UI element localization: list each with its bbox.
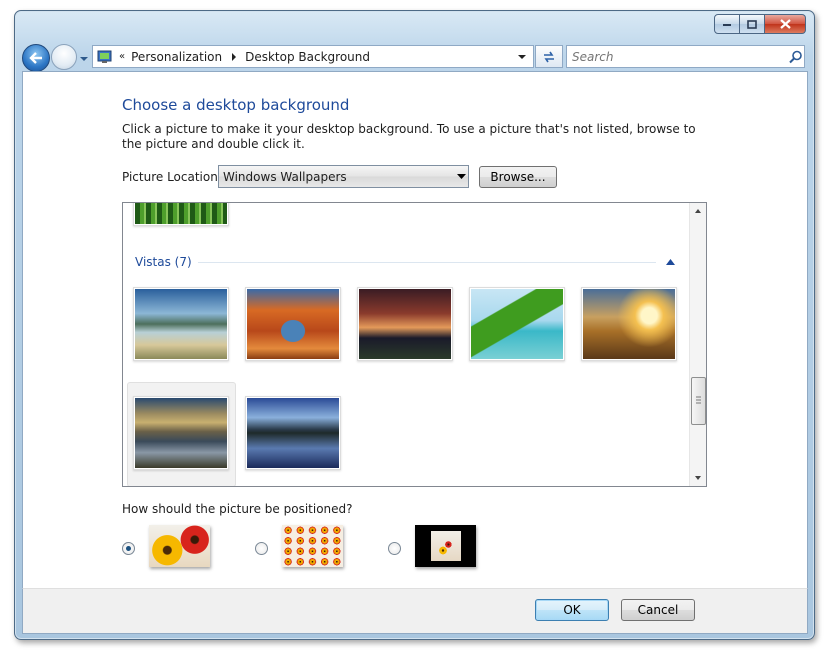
thumbnail-rock-arch[interactable] xyxy=(245,287,341,361)
bamboo-thumbnail[interactable] xyxy=(133,203,229,226)
forward-button[interactable] xyxy=(51,44,77,70)
cancel-button[interactable]: Cancel xyxy=(621,599,695,621)
ok-button-label: OK xyxy=(563,603,581,617)
grip-icon xyxy=(696,396,701,404)
picture-location-dropdown[interactable]: Windows Wallpapers xyxy=(218,165,469,188)
chevron-down-icon xyxy=(456,173,466,179)
close-icon xyxy=(779,19,791,29)
cancel-button-label: Cancel xyxy=(637,603,679,617)
chevron-double-left-icon[interactable]: « xyxy=(119,51,125,62)
position-question: How should the picture be positioned? xyxy=(122,502,353,516)
address-dropdown-icon[interactable] xyxy=(517,53,527,61)
recent-pages-dropdown[interactable] xyxy=(79,52,89,62)
thumbnail-peak-reflection[interactable] xyxy=(245,396,341,470)
radio-fit-to-screen[interactable] xyxy=(122,542,135,555)
maximize-icon xyxy=(747,19,757,29)
caption-buttons xyxy=(714,14,806,34)
collapse-chevron-icon[interactable] xyxy=(666,259,675,265)
chevron-down-icon xyxy=(80,57,88,61)
thumbnail-river-valley[interactable] xyxy=(133,287,229,361)
search-box[interactable] xyxy=(566,45,805,68)
picture-location-value: Windows Wallpapers xyxy=(223,169,347,184)
thumbnail-mountain-lake-reflection[interactable] xyxy=(133,396,229,470)
page-description: Click a picture to make it your desktop … xyxy=(122,122,696,151)
thumbnail-palm-frond[interactable] xyxy=(469,287,565,361)
minimize-button[interactable] xyxy=(714,14,740,34)
back-arrow-icon xyxy=(29,52,42,64)
radio-center[interactable] xyxy=(388,542,401,555)
search-icon[interactable] xyxy=(789,50,803,64)
refresh-button[interactable] xyxy=(535,45,563,68)
group-header-label: Vistas (7) xyxy=(135,255,192,269)
breadcrumb-desktop-background[interactable]: Desktop Background xyxy=(245,50,370,64)
browse-button-label: Browse... xyxy=(490,170,546,184)
control-panel-icon xyxy=(97,50,112,63)
breadcrumb-personalization[interactable]: Personalization xyxy=(131,50,222,64)
address-bar[interactable]: « Personalization Desktop Background xyxy=(92,45,534,68)
search-input[interactable] xyxy=(567,48,779,65)
refresh-icon xyxy=(544,51,554,62)
group-divider xyxy=(197,261,656,263)
close-button[interactable] xyxy=(765,14,806,34)
radio-tile[interactable] xyxy=(255,542,268,555)
group-header-vistas[interactable]: Vistas (7) xyxy=(135,255,675,269)
preview-tile[interactable] xyxy=(282,525,343,567)
scrollbar-thumb[interactable] xyxy=(691,377,706,425)
thumbnail-dusk-city[interactable] xyxy=(357,287,453,361)
maximize-button[interactable] xyxy=(740,14,765,34)
ok-button[interactable]: OK xyxy=(535,599,609,621)
vertical-scrollbar[interactable] xyxy=(689,203,706,486)
preview-center[interactable] xyxy=(415,525,476,567)
picture-list[interactable]: Vistas (7) xyxy=(122,202,707,487)
page-title: Choose a desktop background xyxy=(122,96,350,114)
back-button[interactable] xyxy=(22,44,50,72)
preview-fit-to-screen[interactable] xyxy=(149,525,210,567)
scroll-up-arrow-icon[interactable] xyxy=(690,205,706,217)
browse-button[interactable]: Browse... xyxy=(479,166,557,188)
thumbnail-sunset-grass[interactable] xyxy=(581,287,677,361)
minimize-icon xyxy=(723,24,731,26)
picture-location-label: Picture Location xyxy=(122,170,218,184)
breadcrumb-separator-icon[interactable] xyxy=(230,52,238,61)
scroll-down-arrow-icon[interactable] xyxy=(690,472,706,484)
